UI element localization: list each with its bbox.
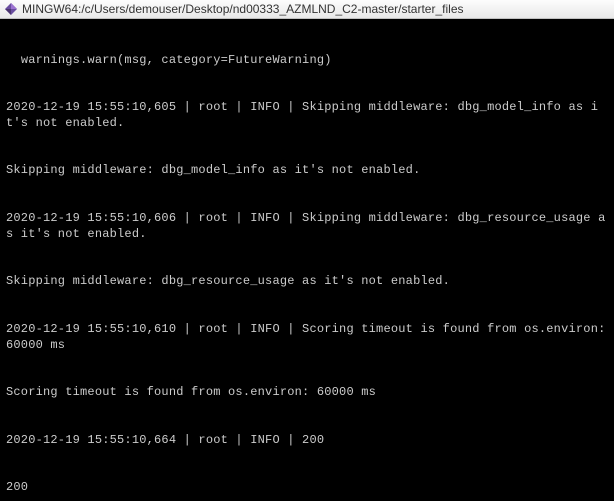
log-line: 200 xyxy=(6,480,608,496)
log-line: 2020-12-19 15:55:10,664 | root | INFO | … xyxy=(6,433,608,449)
window-titlebar[interactable]: MINGW64:/c/Users/demouser/Desktop/nd0033… xyxy=(0,0,614,19)
window-title: MINGW64:/c/Users/demouser/Desktop/nd0033… xyxy=(22,2,464,16)
log-line: 2020-12-19 15:55:10,610 | root | INFO | … xyxy=(6,322,608,354)
log-line: Scoring timeout is found from os.environ… xyxy=(6,385,608,401)
log-line: warnings.warn(msg, category=FutureWarnin… xyxy=(6,53,608,69)
log-line: 2020-12-19 15:55:10,605 | root | INFO | … xyxy=(6,100,608,132)
log-line: Skipping middleware: dbg_resource_usage … xyxy=(6,274,608,290)
mingw-icon xyxy=(4,2,18,16)
terminal-output[interactable]: warnings.warn(msg, category=FutureWarnin… xyxy=(0,19,614,501)
log-line: Skipping middleware: dbg_model_info as i… xyxy=(6,163,608,179)
log-line: 2020-12-19 15:55:10,606 | root | INFO | … xyxy=(6,211,608,243)
